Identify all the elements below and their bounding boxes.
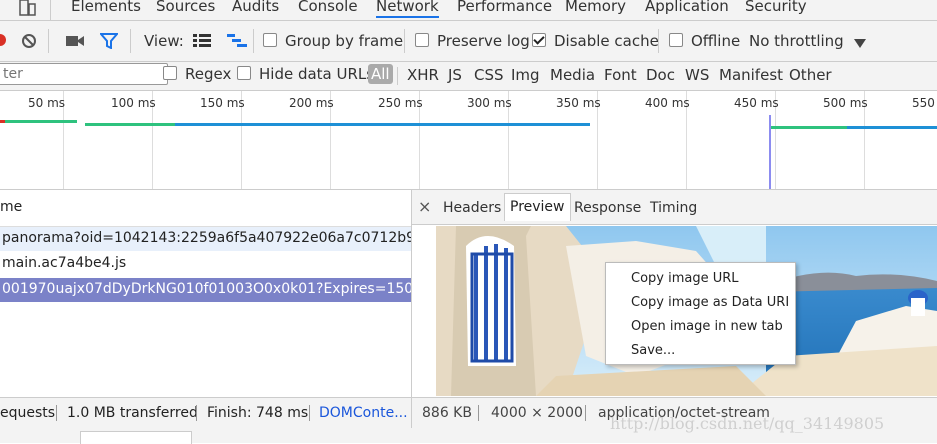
regex-checkbox[interactable]: Regex (163, 65, 231, 83)
tab-elements[interactable]: Elements (71, 0, 141, 15)
regex-label: Regex (185, 65, 232, 83)
detail-tab-strip: × Headers Preview Response Timing (412, 190, 937, 225)
transferred-size: 1.0 MB transferred (67, 405, 198, 421)
regex-box[interactable] (163, 66, 177, 80)
finish-time: Finish: 748 ms (207, 405, 309, 421)
request-bar-download (771, 126, 847, 129)
devtools-tab-bar: Elements Sources Audits Console Network … (0, 0, 937, 21)
large-rows-icon[interactable] (193, 34, 211, 52)
filter-type-other[interactable]: Other (789, 66, 832, 84)
hide-data-urls-label: Hide data URLs (259, 65, 375, 83)
request-bar-receive (175, 123, 590, 126)
preserve-log-checkbox[interactable]: Preserve log (415, 32, 530, 50)
throttling-value: No throttling (749, 32, 844, 50)
tab-timing[interactable]: Timing (650, 200, 697, 216)
group-by-frame-checkbox[interactable]: Group by frame (263, 32, 403, 50)
chevron-down-icon[interactable] (854, 35, 866, 53)
tab-console[interactable]: Console (298, 0, 358, 15)
domcontentloaded-time: DOMConte... (319, 405, 408, 421)
hide-data-urls-box[interactable] (237, 66, 251, 80)
name-column-header[interactable]: me (0, 199, 22, 215)
filter-type-font[interactable]: Font (604, 66, 637, 84)
preserve-log-box[interactable] (415, 33, 429, 47)
filter-type-all[interactable]: All (368, 64, 393, 84)
menu-item-copy-image-url[interactable]: Copy image URL (631, 271, 739, 286)
request-bar-download (85, 123, 175, 126)
filter-type-media[interactable]: Media (550, 66, 595, 84)
watermark: http://blog.csdn.net/qq_34149805 (610, 414, 885, 433)
preserve-log-label: Preserve log (437, 32, 530, 50)
timeline-label: 500 ms (823, 96, 868, 110)
offline-checkbox[interactable]: Offline (669, 32, 740, 50)
tab-audits[interactable]: Audits (232, 0, 279, 15)
timeline-label: 250 ms (378, 96, 423, 110)
filter-type-img[interactable]: Img (511, 66, 540, 84)
tab-response[interactable]: Response (574, 200, 641, 216)
timeline-label: 150 ms (200, 96, 245, 110)
drawer-tab[interactable] (80, 431, 192, 444)
request-row-selected[interactable]: 001970uajx07dDyDrkNG010f01003O0x0k01?Exp… (0, 278, 411, 302)
view-label: View: (144, 32, 184, 50)
filter-type-css[interactable]: CSS (474, 66, 504, 84)
image-dimensions: 4000 × 2000 (491, 405, 583, 421)
tab-security[interactable]: Security (745, 0, 807, 15)
disable-cache-checkbox[interactable]: Disable cache (532, 32, 659, 50)
device-toolbar-icon[interactable] (18, 0, 36, 18)
offline-box[interactable] (669, 33, 683, 47)
filter-type-xhr[interactable]: XHR (407, 66, 439, 84)
filter-icon[interactable] (98, 33, 120, 53)
tab-application[interactable]: Application (645, 0, 729, 15)
filter-type-doc[interactable]: Doc (646, 66, 675, 84)
tab-headers[interactable]: Headers (443, 200, 501, 216)
filter-input[interactable] (0, 63, 168, 85)
screenshot-camera-icon[interactable] (66, 34, 84, 52)
request-name: main.ac7a4be4.js (2, 255, 127, 271)
request-bar-receive (847, 126, 937, 129)
request-list: me panorama?oid=1042143:2259a6f5a407922e… (0, 190, 412, 397)
group-by-frame-label: Group by frame (285, 32, 404, 50)
hide-data-urls-checkbox[interactable]: Hide data URLs (237, 65, 374, 83)
menu-item-copy-image-data-uri[interactable]: Copy image as Data URI (631, 295, 789, 310)
timeline-label: 550 ms (912, 96, 937, 110)
record-icon[interactable] (0, 34, 6, 46)
waterfall-overview-icon[interactable] (227, 34, 247, 52)
request-row[interactable]: main.ac7a4be4.js (0, 252, 411, 276)
offline-label: Offline (691, 32, 741, 50)
filter-type-js[interactable]: JS (448, 66, 462, 84)
disable-cache-box[interactable] (532, 33, 546, 47)
filter-type-manifest[interactable]: Manifest (719, 66, 783, 84)
clear-icon[interactable] (21, 33, 37, 53)
tab-preview[interactable]: Preview (504, 193, 571, 221)
tab-network[interactable]: Network (376, 0, 439, 18)
timeline-label: 350 ms (556, 96, 601, 110)
timeline-overview[interactable]: 50 ms 100 ms 150 ms 200 ms 250 ms 300 ms… (0, 91, 937, 190)
timeline-label: 200 ms (289, 96, 334, 110)
close-icon[interactable]: × (418, 197, 431, 216)
disable-cache-label: Disable cache (554, 32, 659, 50)
timeline-label: 450 ms (734, 96, 779, 110)
menu-item-open-image-new-tab[interactable]: Open image in new tab (631, 319, 783, 334)
tab-sources[interactable]: Sources (156, 0, 215, 15)
filter-type-ws[interactable]: WS (685, 66, 709, 84)
request-name: 001970uajx07dDyDrkNG010f01003O0x0k01?Exp… (2, 281, 411, 297)
network-toolbar: View: Group by frame Preserve log Disabl… (0, 21, 937, 62)
timeline-label: 400 ms (645, 96, 690, 110)
request-name: panorama?oid=1042143:2259a6f5a407922e06a… (2, 230, 411, 246)
tab-performance[interactable]: Performance (457, 0, 552, 15)
menu-item-save[interactable]: Save... (631, 343, 675, 358)
context-menu: Copy image URL Copy image as Data URI Op… (605, 262, 796, 365)
timeline-label: 100 ms (111, 96, 156, 110)
requests-count: equests (0, 405, 56, 421)
request-row[interactable]: panorama?oid=1042143:2259a6f5a407922e06a… (0, 227, 411, 251)
throttling-select[interactable]: No throttling (749, 32, 844, 50)
tab-memory[interactable]: Memory (565, 0, 626, 15)
request-bar-download (5, 120, 77, 123)
filter-bar: Regex Hide data URLs All XHR JS CSS Img … (0, 62, 937, 91)
timeline-label: 300 ms (467, 96, 512, 110)
group-by-frame-box[interactable] (263, 33, 277, 47)
timeline-label: 50 ms (28, 96, 66, 110)
image-file-size: 886 KB (422, 405, 472, 421)
requests-header: me (0, 190, 411, 227)
